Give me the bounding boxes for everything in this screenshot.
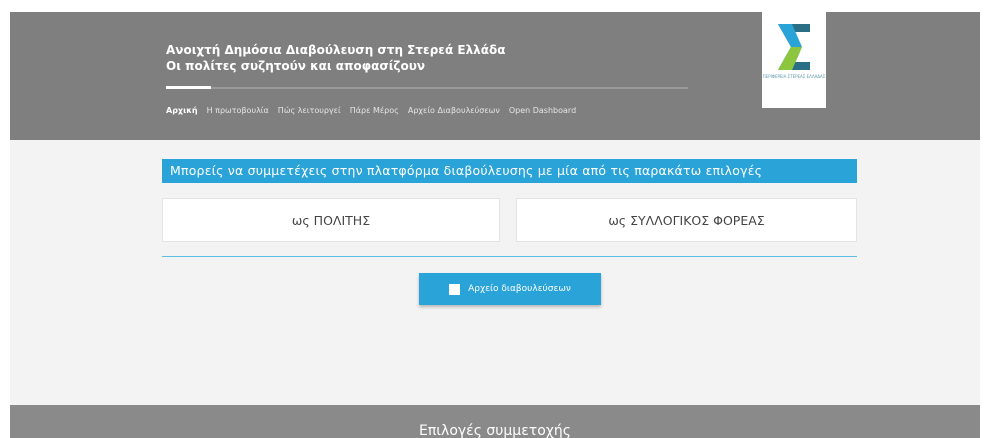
- site-title-line2: Οι πολίτες συζητούν και αποφασίζουν: [166, 59, 425, 73]
- page-frame: Ανοιχτή Δημόσια Διαβούλευση στη Στερεά Ε…: [10, 12, 980, 438]
- archive-button[interactable]: Αρχείο διαβουλεύσεων: [419, 273, 601, 305]
- citizen-option-button[interactable]: ως ΠΟΛΙΤΗΣ: [162, 198, 500, 242]
- nav-item-home[interactable]: Αρχική: [166, 106, 198, 115]
- sigma-logo-icon: [778, 24, 810, 70]
- site-title-line1: Ανοιχτή Δημόσια Διαβούλευση στη Στερεά Ε…: [166, 43, 506, 57]
- title-underline: [166, 86, 688, 89]
- main-nav: Αρχική Η πρωτοβουλία Πώς λειτουργεί Πάρε…: [166, 106, 576, 115]
- nav-item-take-part[interactable]: Πάρε Μέρος: [350, 106, 399, 115]
- site-title[interactable]: Ανοιχτή Δημόσια Διαβούλευση στη Στερεά Ε…: [166, 42, 506, 74]
- nav-item-how-it-works[interactable]: Πώς λειτουργεί: [278, 106, 341, 115]
- nav-item-archive[interactable]: Αρχείο Διαβουλεύσεων: [408, 106, 500, 115]
- organization-option-button[interactable]: ως ΣΥΛΛΟΓΙΚΟΣ ΦΟΡΕΑΣ: [516, 198, 857, 242]
- region-logo[interactable]: ΠΕΡΙΦΕΡΕΙΑ ΣΤΕΡΕΑΣ ΕΛΛΑΔΑΣ: [762, 12, 826, 108]
- square-icon: [449, 283, 461, 295]
- section-divider: [162, 256, 857, 257]
- site-header: Ανοιχτή Δημόσια Διαβούλευση στη Στερεά Ε…: [10, 12, 980, 140]
- participation-options-section: Επιλογές συμμετοχής: [10, 405, 980, 438]
- nav-item-open-dashboard[interactable]: Open Dashboard: [509, 106, 576, 115]
- title-underline-active: [166, 86, 211, 89]
- participation-banner: Μπορείς να συμμετέχεις στην πλατφόρμα δι…: [162, 159, 857, 183]
- archive-button-label: Αρχείο διαβουλεύσεων: [468, 284, 571, 294]
- nav-item-initiative[interactable]: Η πρωτοβουλία: [207, 106, 269, 115]
- section-heading: Επιλογές συμμετοχής: [419, 423, 571, 438]
- logo-caption: ΠΕΡΙΦΕΡΕΙΑ ΣΤΕΡΕΑΣ ΕΛΛΑΔΑΣ: [762, 74, 826, 79]
